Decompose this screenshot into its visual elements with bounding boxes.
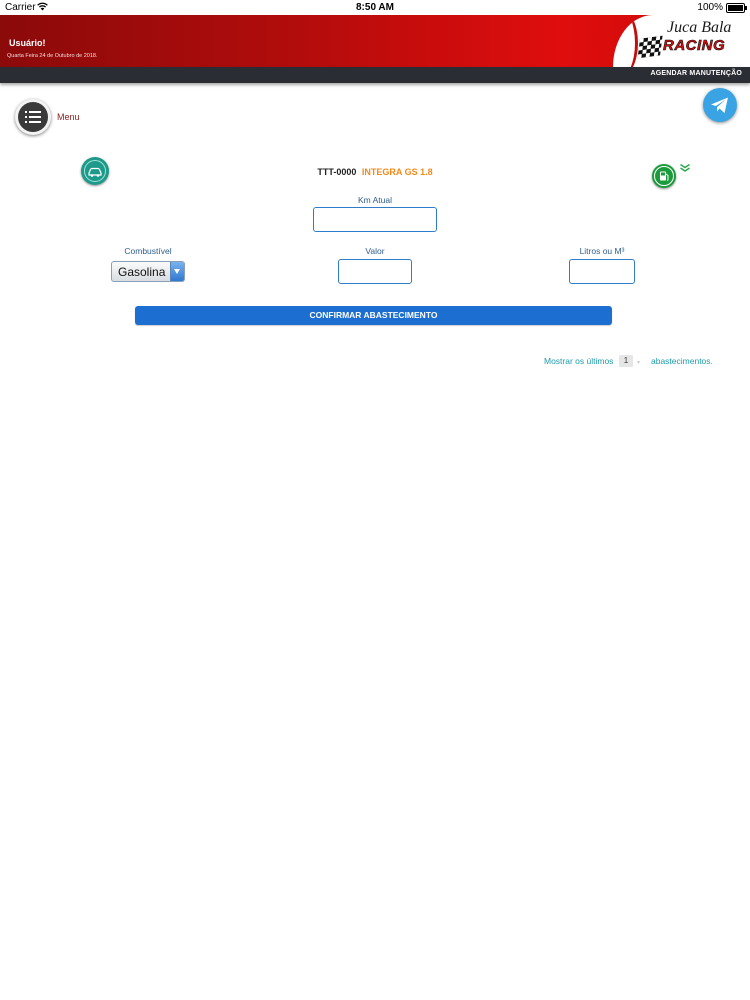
history-count-select[interactable]: 1: [619, 355, 633, 367]
brand-logo: Juca Bala RACING: [613, 15, 750, 67]
km-input[interactable]: [313, 207, 437, 232]
clock: 8:50 AM: [356, 2, 394, 13]
send-button[interactable]: [703, 88, 737, 122]
checkered-flag-icon: [637, 35, 663, 59]
logo-text-bottom: RACING: [663, 37, 726, 55]
value-label: Valor: [365, 246, 385, 256]
battery-icon: [726, 3, 747, 13]
history-suffix: abastecimentos.: [651, 356, 713, 366]
menu-button[interactable]: [15, 99, 51, 135]
chevron-down-icon: [170, 262, 184, 281]
schedule-maintenance-link[interactable]: AGENDAR MANUTENÇÃO: [651, 70, 743, 77]
km-label: Km Atual: [357, 195, 393, 205]
current-date: Quarta Feira 24 de Outubro de 2018.: [7, 53, 98, 59]
vehicle-info: TTT-0000 INTEGRA GS 1.8: [0, 167, 750, 177]
vehicle-model: INTEGRA GS 1.8: [361, 167, 433, 177]
chevron-down-icon: ▾: [637, 360, 641, 366]
user-greeting: Usuário!: [9, 38, 46, 48]
vehicle-plate: TTT-0000: [317, 167, 357, 177]
double-chevron-down-icon[interactable]: [679, 163, 691, 173]
status-bar: Carrier 8:50 AM 100%: [0, 0, 750, 15]
history-prefix: Mostrar os últimos: [544, 356, 614, 366]
fuel-type-selected: Gasolina: [118, 265, 166, 279]
nav-bar: AGENDAR MANUTENÇÃO: [0, 67, 750, 83]
fuel-pump-icon: [660, 171, 669, 181]
menu-label[interactable]: Menu: [57, 112, 80, 122]
fuel-button[interactable]: [652, 164, 676, 188]
fuel-type-select[interactable]: Gasolina: [111, 261, 185, 282]
list-icon: [18, 102, 48, 132]
liters-label: Litros ou M³: [579, 246, 625, 256]
fuel-type-label: Combustível: [124, 246, 172, 256]
confirm-refuel-button[interactable]: CONFIRMAR ABASTECIMENTO: [135, 306, 612, 325]
value-input[interactable]: [338, 259, 412, 284]
send-icon: [711, 97, 728, 113]
battery-percentage: 100%: [697, 2, 723, 13]
liters-input[interactable]: [569, 259, 635, 284]
logo-text-top: Juca Bala: [667, 19, 732, 36]
